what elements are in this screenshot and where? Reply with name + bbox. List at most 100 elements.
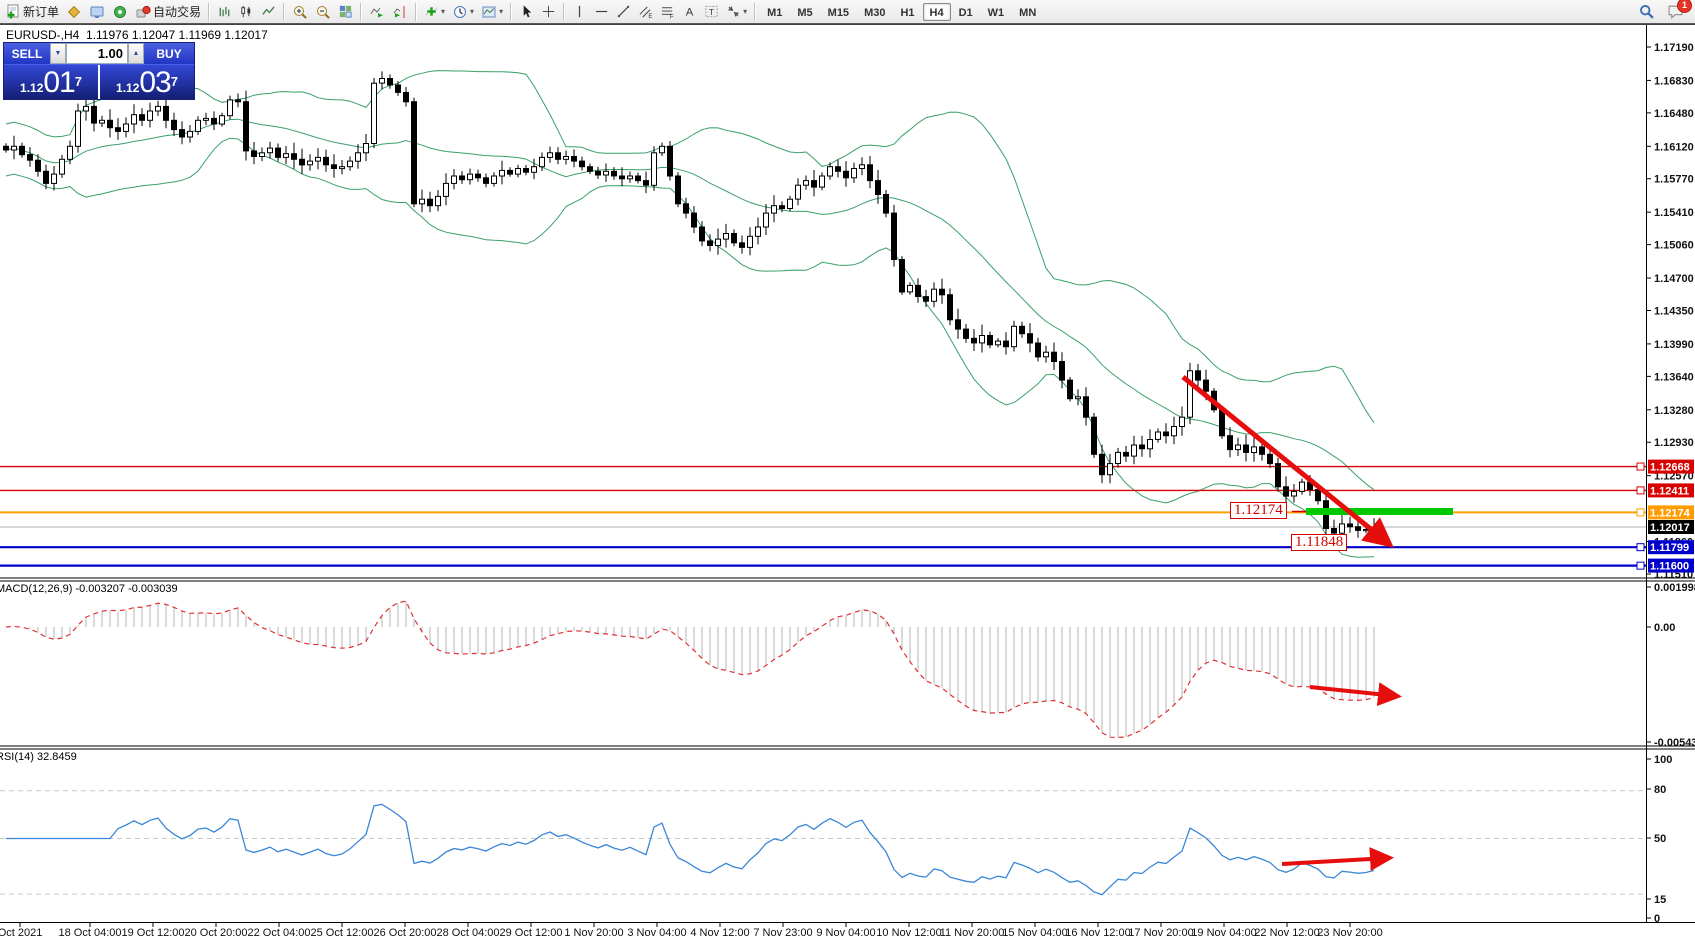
horizontal-line-tool-button[interactable]	[591, 2, 612, 22]
svg-text:1.11600: 1.11600	[1650, 561, 1689, 573]
svg-text:1.11799: 1.11799	[1650, 542, 1689, 554]
timeframe-w1-button[interactable]: W1	[981, 3, 1012, 21]
trendline-tool-button[interactable]	[613, 2, 634, 22]
price-callout-label[interactable]: 1.11848	[1291, 534, 1347, 551]
price-chart-canvas[interactable]: 1.171901.168301.164801.161201.157701.154…	[0, 0, 1695, 937]
svg-text:1.13640: 1.13640	[1654, 371, 1694, 383]
price-callout-label[interactable]: 1.12174	[1230, 502, 1287, 519]
periods-button[interactable]: ▾	[449, 2, 477, 22]
text-label-icon: T	[704, 4, 719, 19]
auto-trading-label: 自动交易	[153, 3, 201, 20]
svg-text:7 Nov 23:00: 7 Nov 23:00	[753, 927, 812, 937]
support-zone-bar[interactable]	[1306, 508, 1453, 515]
svg-text:16 Nov 12:00: 16 Nov 12:00	[1065, 927, 1130, 937]
timeframe-m1-button[interactable]: M1	[760, 3, 789, 21]
buy-price[interactable]: 1.12037	[100, 65, 194, 99]
timeframe-h1-button[interactable]: H1	[893, 3, 921, 21]
svg-text:1.14350: 1.14350	[1654, 306, 1694, 318]
rsi-direction-arrow[interactable]	[1282, 858, 1388, 864]
zoom-out-button[interactable]	[312, 2, 334, 22]
tile-windows-icon	[338, 4, 353, 19]
svg-text:1.15060: 1.15060	[1654, 240, 1694, 252]
cursor-tool-button[interactable]	[516, 2, 537, 22]
toolbar-separator	[360, 3, 362, 21]
svg-text:1.13280: 1.13280	[1654, 405, 1694, 417]
candles-layer	[4, 71, 1377, 541]
svg-text:22 Nov 12:00: 22 Nov 12:00	[1254, 927, 1319, 937]
equidistant-channel-tool-button[interactable]: E	[635, 2, 656, 22]
volume-increase-button[interactable]: ▲	[128, 43, 144, 64]
tile-windows-button[interactable]	[335, 2, 356, 22]
cursor-icon	[519, 4, 534, 19]
time-axis: Oct 202118 Oct 04:0019 Oct 12:0020 Oct 2…	[0, 923, 1383, 937]
chart-shift-button[interactable]	[389, 2, 411, 22]
sell-price-main: 01	[43, 69, 74, 97]
svg-text:29 Oct 12:00: 29 Oct 12:00	[500, 927, 563, 937]
auto-trading-button[interactable]: 自动交易	[132, 2, 204, 22]
svg-text:15 Nov 04:00: 15 Nov 04:00	[1002, 927, 1067, 937]
timeframe-m5-button[interactable]: M5	[790, 3, 819, 21]
timeframe-d1-button[interactable]: D1	[952, 3, 980, 21]
candle-chart-mode-button[interactable]	[236, 2, 257, 22]
svg-text:-0.005433: -0.005433	[1654, 737, 1695, 749]
fibonacci-tool-button[interactable]: F	[657, 2, 678, 22]
new-order-button[interactable]: 新订单	[2, 2, 62, 22]
toolbar-separator	[563, 3, 565, 21]
trendline-icon	[616, 4, 631, 19]
auto-scroll-button[interactable]	[366, 2, 388, 22]
line-chart-mode-button[interactable]	[258, 2, 279, 22]
horizontal-level-lines[interactable]	[0, 467, 1646, 566]
buy-button[interactable]: BUY	[144, 43, 194, 64]
vertical-line-tool-button[interactable]	[569, 2, 590, 22]
svg-text:1.13990: 1.13990	[1654, 339, 1694, 351]
indicators-button[interactable]: ▾	[421, 2, 448, 22]
rsi-indicator-label: RSI(14) 32.8459	[0, 751, 77, 763]
svg-text:E: E	[648, 13, 652, 19]
history-center-button[interactable]	[63, 2, 85, 22]
sell-button[interactable]: SELL	[4, 43, 50, 64]
svg-text:1.12668: 1.12668	[1650, 462, 1690, 474]
macd-indicator-label: MACD(12,26,9) -0.003207 -0.003039	[0, 583, 178, 595]
arrows-tool-button[interactable]: ▾	[723, 2, 750, 22]
search-button[interactable]	[1635, 2, 1658, 22]
timeframe-m30-button[interactable]: M30	[857, 3, 892, 21]
svg-text:F: F	[670, 14, 674, 19]
text-label-tool-button[interactable]: T	[701, 2, 722, 22]
dropdown-caret-icon: ▾	[499, 7, 503, 16]
svg-text:17 Nov 20:00: 17 Nov 20:00	[1128, 927, 1193, 937]
main-price-panel	[0, 71, 1646, 566]
bar-chart-mode-button[interactable]	[214, 2, 235, 22]
svg-text:19 Oct 12:00: 19 Oct 12:00	[122, 927, 185, 937]
svg-text:50: 50	[1654, 833, 1666, 845]
candlestick-chart-icon	[239, 4, 254, 19]
svg-text:11 Nov 20:00: 11 Nov 20:00	[940, 927, 1005, 937]
timeframe-mn-button[interactable]: MN	[1012, 3, 1043, 21]
volume-input[interactable]: 1.00	[66, 43, 128, 64]
svg-text:1.12930: 1.12930	[1654, 437, 1694, 449]
svg-text:1.16480: 1.16480	[1654, 108, 1694, 120]
bollinger-bands	[6, 71, 1374, 558]
templates-button[interactable]: ▾	[478, 2, 506, 22]
svg-text:1.12411: 1.12411	[1650, 485, 1689, 497]
svg-text:1.15770: 1.15770	[1654, 174, 1694, 186]
svg-text:18 Oct 04:00: 18 Oct 04:00	[59, 927, 122, 937]
mt4-terminal: 新订单 自动交易	[0, 0, 1695, 937]
svg-text:15: 15	[1654, 894, 1666, 906]
terminal-window-button[interactable]	[86, 2, 108, 22]
timeframe-h4-button[interactable]: H4	[923, 3, 951, 21]
svg-text:28 Oct 04:00: 28 Oct 04:00	[437, 927, 500, 937]
signals-button[interactable]	[109, 2, 131, 22]
svg-text:1.17190: 1.17190	[1654, 42, 1694, 54]
svg-text:0.001998: 0.001998	[1654, 582, 1695, 594]
text-tool-button[interactable]: A	[679, 2, 700, 22]
svg-text:1.14700: 1.14700	[1654, 273, 1694, 285]
chart-symbol: EURUSD-,H4	[6, 28, 79, 42]
timeframe-m15-button[interactable]: M15	[821, 3, 856, 21]
sell-price[interactable]: 1.12017	[4, 65, 100, 99]
volume-decrease-button[interactable]: ▼	[50, 43, 66, 64]
crosshair-tool-button[interactable]	[538, 2, 559, 22]
svg-text:100: 100	[1654, 754, 1672, 766]
macd-direction-arrow[interactable]	[1310, 687, 1396, 696]
notifications-button[interactable]: 1	[1664, 2, 1687, 22]
zoom-in-button[interactable]	[289, 2, 311, 22]
